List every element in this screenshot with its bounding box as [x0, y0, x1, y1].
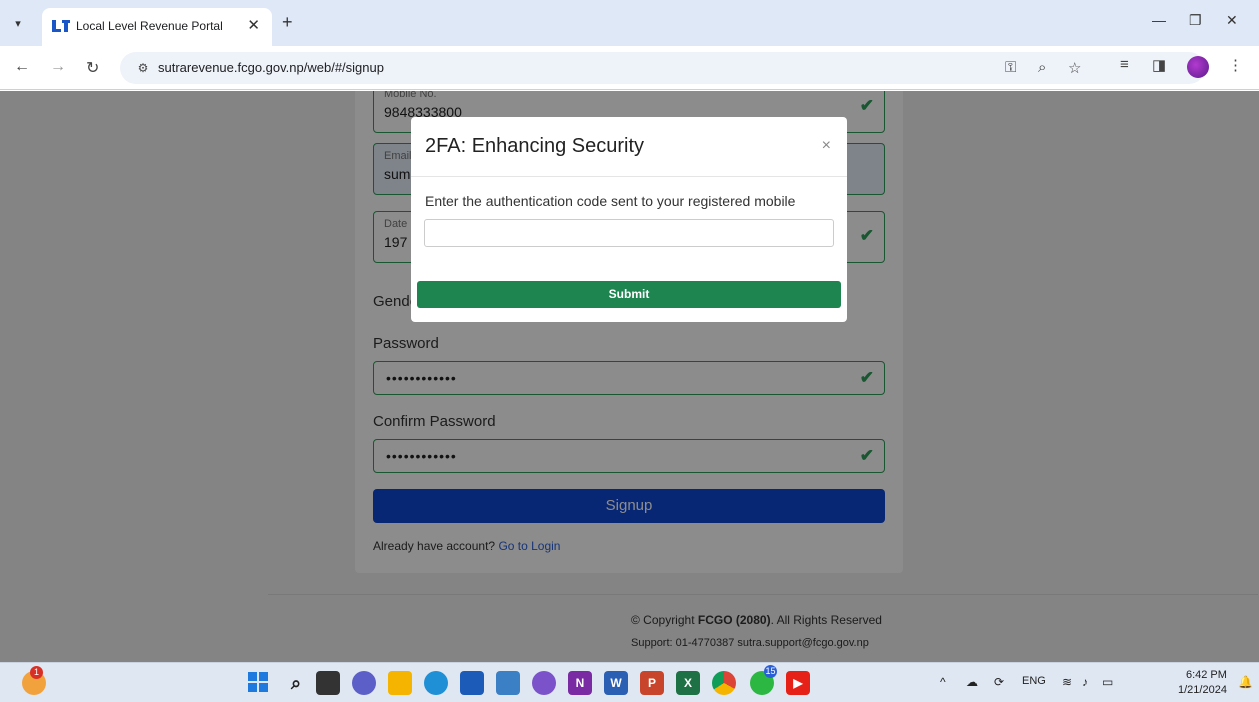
- chrome-icon[interactable]: [712, 671, 736, 695]
- start-windows-icon[interactable]: [246, 671, 270, 695]
- new-tab-plus-icon[interactable]: +: [282, 12, 293, 33]
- browser-tab-bar: ▾ Local Level Revenue Portal ✕ + — ❐ ✕: [0, 0, 1259, 46]
- file-explorer-icon[interactable]: [388, 671, 412, 695]
- reading-list-icon[interactable]: ≡: [1120, 56, 1129, 73]
- twofa-modal: 2FA: Enhancing Security × Enter the auth…: [411, 117, 847, 322]
- url-text: sutrarevenue.fcgo.gov.np/web/#/signup: [158, 60, 384, 75]
- notification-bell-icon[interactable]: 🔔: [1238, 675, 1253, 689]
- minimize-icon[interactable]: —: [1152, 12, 1166, 28]
- viber-icon[interactable]: [532, 671, 556, 695]
- battery-icon[interactable]: ▭: [1102, 675, 1113, 689]
- language-indicator[interactable]: ENG: [1022, 675, 1046, 687]
- zoom-icon[interactable]: ⌕: [1038, 59, 1046, 76]
- forward-arrow-icon[interactable]: →: [50, 58, 66, 76]
- modal-divider: [411, 176, 847, 177]
- volume-icon[interactable]: ♪: [1082, 675, 1088, 689]
- password-key-icon[interactable]: ⚿: [1005, 59, 1016, 76]
- tab-close-icon[interactable]: ✕: [247, 16, 260, 34]
- clock-time: 6:42 PM: [1185, 669, 1227, 681]
- site-settings-icon[interactable]: ⚙: [132, 58, 154, 78]
- tab-search-chevron-icon[interactable]: ▾: [8, 14, 28, 34]
- task-view-icon[interactable]: [316, 671, 340, 695]
- tray-app-icon[interactable]: ⟳: [994, 675, 1004, 689]
- wifi-icon[interactable]: ≋: [1062, 675, 1072, 689]
- bookmark-star-icon[interactable]: ☆: [1068, 59, 1081, 77]
- modal-close-icon[interactable]: ×: [822, 137, 831, 155]
- word-icon[interactable]: W: [604, 671, 628, 695]
- youtube-icon[interactable]: ▶: [786, 671, 810, 695]
- submit-button[interactable]: Submit: [417, 281, 841, 308]
- windows-taskbar: 1 ⌕ N W P X 15 ▶ ^ ☁ ⟳ ENG ≋ ♪ ▭ 6:42 PM…: [0, 662, 1259, 702]
- portal-favicon-icon: [52, 20, 70, 32]
- clock[interactable]: 6:42 PM 1/21/2024: [1178, 668, 1227, 698]
- clock-date: 1/21/2024: [1178, 684, 1227, 696]
- browser-tab[interactable]: Local Level Revenue Portal ✕: [42, 8, 272, 46]
- weather-badge: 1: [30, 666, 43, 679]
- edge-icon[interactable]: [424, 671, 448, 695]
- address-toolbar: ← → ↻ ⚙ sutrarevenue.fcgo.gov.np/web/#/s…: [0, 46, 1259, 90]
- reload-icon[interactable]: ↻: [86, 58, 99, 78]
- menu-kebab-icon[interactable]: ⋮: [1228, 56, 1243, 74]
- window-close-icon[interactable]: ✕: [1226, 12, 1238, 29]
- side-panel-icon[interactable]: ◨: [1152, 56, 1166, 74]
- app-icon[interactable]: [496, 671, 520, 695]
- auth-code-input[interactable]: [424, 219, 834, 247]
- onenote-icon[interactable]: N: [568, 671, 592, 695]
- address-bar[interactable]: ⚙ sutrarevenue.fcgo.gov.np/web/#/signup …: [120, 52, 1205, 84]
- tray-chevron-icon[interactable]: ^: [940, 675, 946, 689]
- onedrive-icon[interactable]: ☁: [966, 675, 978, 689]
- profile-avatar[interactable]: [1187, 56, 1209, 78]
- tab-title: Local Level Revenue Portal: [76, 19, 223, 33]
- excel-icon[interactable]: X: [676, 671, 700, 695]
- store-icon[interactable]: [460, 671, 484, 695]
- whatsapp-badge: 15: [764, 665, 777, 678]
- restore-icon[interactable]: ❐: [1189, 12, 1202, 29]
- modal-prompt: Enter the authentication code sent to yo…: [425, 193, 796, 209]
- chat-icon[interactable]: [352, 671, 376, 695]
- modal-title: 2FA: Enhancing Security: [425, 135, 645, 157]
- powerpoint-icon[interactable]: P: [640, 671, 664, 695]
- back-arrow-icon[interactable]: ←: [14, 58, 30, 76]
- search-icon[interactable]: ⌕: [284, 671, 308, 695]
